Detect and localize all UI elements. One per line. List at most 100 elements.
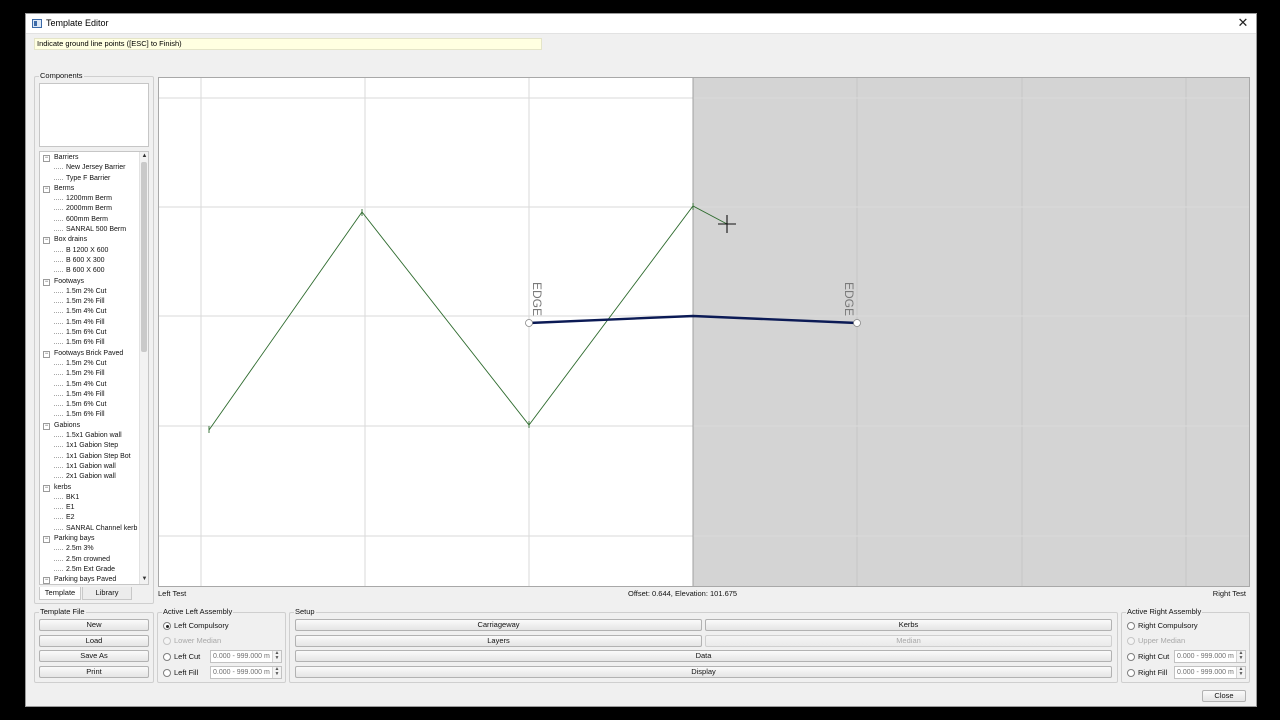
tree-item[interactable]: 1.5m 2% Fill <box>40 369 140 379</box>
left-cut-option[interactable]: Left Cut <box>163 651 208 663</box>
collapse-icon[interactable]: − <box>43 535 50 543</box>
edge-node-left[interactable] <box>525 319 533 327</box>
left-cut-radio[interactable] <box>163 653 171 661</box>
tree-item[interactable]: BK1 <box>40 493 140 503</box>
spin-arrows-icon[interactable]: ▲ ▼ <box>1236 667 1245 678</box>
tree-category[interactable]: − Parking bays <box>40 534 140 544</box>
lower-median-radio[interactable] <box>163 637 171 645</box>
collapse-icon[interactable]: − <box>43 484 50 492</box>
collapse-icon[interactable]: − <box>43 350 50 358</box>
tree-item[interactable]: 1.5m 6% Fill <box>40 338 140 348</box>
right-compulsory-radio[interactable] <box>1127 622 1135 630</box>
tree-item[interactable]: 1x1 Gabion wall <box>40 462 140 472</box>
tree-item[interactable]: 1.5x1 Gabion wall <box>40 431 140 441</box>
tree-scrollbar[interactable]: ▲ ▼ <box>139 152 148 584</box>
scroll-thumb[interactable] <box>141 162 147 352</box>
right-cut-radio[interactable] <box>1127 653 1135 661</box>
tree-item[interactable]: 1x1 Gabion Step Bot <box>40 452 140 462</box>
right-fill-range-input[interactable]: 0.000 - 999.000 m ▲ ▼ <box>1174 666 1246 679</box>
left-cut-range-input[interactable]: 0.000 - 999.000 m ▲ ▼ <box>210 650 282 663</box>
close-icon[interactable]: ✕ <box>1236 16 1250 30</box>
display-button[interactable]: Display <box>295 666 1112 678</box>
tree-item[interactable]: 2x1 Gabion wall <box>40 472 140 482</box>
tab-template[interactable]: Template <box>39 587 81 600</box>
collapse-icon[interactable]: − <box>43 422 50 430</box>
tree-item[interactable]: 2.5m Ext Grade <box>40 565 140 575</box>
layers-button[interactable]: Layers <box>295 635 702 647</box>
carriageway-button[interactable]: Carriageway <box>295 619 702 631</box>
tree-item[interactable]: 1.5m 4% Cut <box>40 307 140 317</box>
spin-arrows-icon[interactable]: ▲ ▼ <box>272 667 281 678</box>
tree-category[interactable]: − Barriers <box>40 153 140 163</box>
print-button[interactable]: Print <box>39 666 149 678</box>
tree-category[interactable]: − Berms <box>40 184 140 194</box>
collapse-icon[interactable]: − <box>43 155 50 162</box>
tree-item[interactable]: 1.5m 2% Cut <box>40 359 140 369</box>
tree-item[interactable]: E1 <box>40 503 140 513</box>
tree-category[interactable]: − Parking bays Paved <box>40 575 140 584</box>
tree-item[interactable]: 1x1 Gabion Step <box>40 441 140 451</box>
tree-item[interactable]: SANRAL Channel kerb <box>40 524 140 534</box>
load-button[interactable]: Load <box>39 635 149 647</box>
left-fill-range-input[interactable]: 0.000 - 999.000 m ▲ ▼ <box>210 666 282 679</box>
data-button[interactable]: Data <box>295 650 1112 662</box>
upper-median-option[interactable]: Upper Median <box>1127 635 1237 647</box>
right-fill-option[interactable]: Right Fill <box>1127 667 1172 679</box>
tree-item[interactable]: SANRAL 500 Berm <box>40 225 140 235</box>
save-as-button[interactable]: Save As <box>39 650 149 662</box>
tree-category[interactable]: − Footways Brick Paved <box>40 349 140 359</box>
new-button[interactable]: New <box>39 619 149 631</box>
left-compulsory-option[interactable]: Left Compulsory <box>163 620 273 632</box>
drawing-canvas[interactable]: EDGE EDGE <box>158 77 1250 587</box>
scroll-up-icon[interactable]: ▲ <box>140 152 148 161</box>
tree-item[interactable]: B 600 X 600 <box>40 266 140 276</box>
tree-item[interactable]: 600mm Berm <box>40 215 140 225</box>
tree-item[interactable]: 1.5m 4% Fill <box>40 318 140 328</box>
tree-category[interactable]: − Gabions <box>40 421 140 431</box>
tree-item[interactable]: E2 <box>40 513 140 523</box>
spin-arrows-icon[interactable]: ▲ ▼ <box>1236 651 1245 662</box>
tree-item[interactable]: 1200mm Berm <box>40 194 140 204</box>
component-preview-list[interactable] <box>39 83 149 147</box>
right-cut-range-input[interactable]: 0.000 - 999.000 m ▲ ▼ <box>1174 650 1246 663</box>
collapse-icon[interactable]: − <box>43 577 50 584</box>
tree-item[interactable]: 2.5m crowned <box>40 555 140 565</box>
collapse-icon[interactable]: − <box>43 237 50 245</box>
right-compulsory-option[interactable]: Right Compulsory <box>1127 620 1237 632</box>
component-tree[interactable]: − Barriers New Jersey Barrier Type F Barrie… <box>39 151 149 585</box>
tree-item[interactable]: B 1200 X 600 <box>40 246 140 256</box>
kerbs-button[interactable]: Kerbs <box>705 619 1112 631</box>
right-cut-option[interactable]: Right Cut <box>1127 651 1172 663</box>
tree-item[interactable]: 1.5m 4% Cut <box>40 380 140 390</box>
tree-item[interactable]: 1.5m 4% Fill <box>40 390 140 400</box>
median-button[interactable]: Median <box>705 635 1112 647</box>
template-drawing: EDGE EDGE <box>159 78 1249 586</box>
tree-item[interactable]: 1.5m 2% Cut <box>40 287 140 297</box>
close-button[interactable]: Close <box>1202 690 1246 702</box>
tree-item[interactable]: B 600 X 300 <box>40 256 140 266</box>
left-fill-option[interactable]: Left Fill <box>163 667 208 679</box>
left-fill-radio[interactable] <box>163 669 171 677</box>
collapse-icon[interactable]: − <box>43 185 50 193</box>
tree-category[interactable]: − Footways <box>40 277 140 287</box>
scroll-down-icon[interactable]: ▼ <box>140 575 148 584</box>
right-fill-radio[interactable] <box>1127 669 1135 677</box>
spin-arrows-icon[interactable]: ▲ ▼ <box>272 651 281 662</box>
tree-item[interactable]: Type F Barrier <box>40 174 140 184</box>
tree-item[interactable]: 1.5m 2% Fill <box>40 297 140 307</box>
tree-item[interactable]: 1.5m 6% Cut <box>40 328 140 338</box>
tree-item[interactable]: 1.5m 6% Fill <box>40 410 140 420</box>
collapse-icon[interactable]: − <box>43 278 50 286</box>
tree-item[interactable]: New Jersey Barrier <box>40 163 140 173</box>
tree-item[interactable]: 1.5m 6% Cut <box>40 400 140 410</box>
lower-median-option[interactable]: Lower Median <box>163 635 273 647</box>
tree-connector <box>54 497 63 499</box>
tree-item[interactable]: 2000mm Berm <box>40 204 140 214</box>
tree-item[interactable]: 2.5m 3% <box>40 544 140 554</box>
left-compulsory-radio[interactable] <box>163 622 171 630</box>
edge-node-right[interactable] <box>853 319 861 327</box>
tree-category[interactable]: − Box drains <box>40 235 140 245</box>
tree-category[interactable]: − kerbs <box>40 483 140 493</box>
tab-library[interactable]: Library <box>82 587 132 600</box>
upper-median-radio[interactable] <box>1127 637 1135 645</box>
